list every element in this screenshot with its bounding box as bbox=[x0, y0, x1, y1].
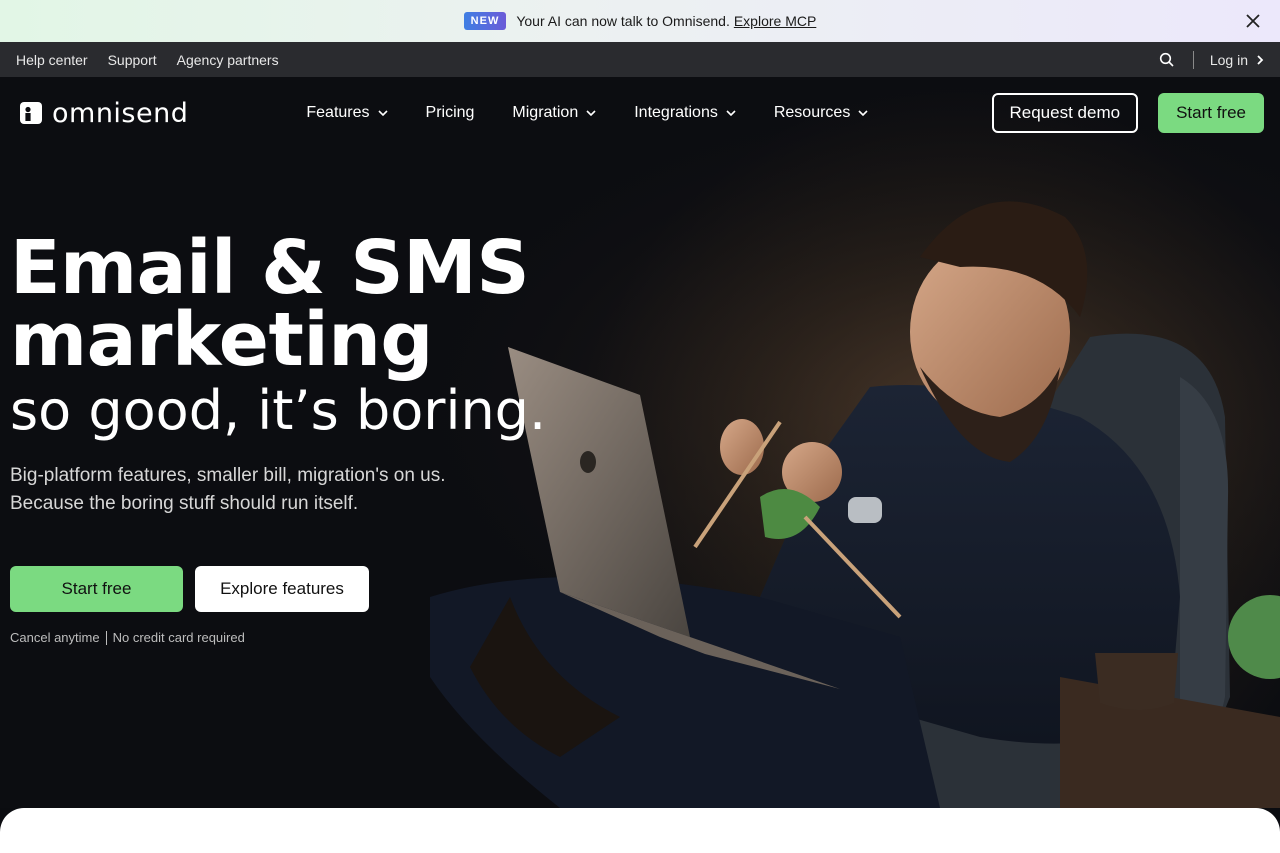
nav-item-pricing[interactable]: Pricing bbox=[426, 104, 475, 122]
hero-fine-print: Cancel anytime No credit card required bbox=[10, 630, 245, 645]
divider bbox=[1192, 50, 1194, 69]
start-free-button[interactable]: Start free bbox=[1158, 93, 1264, 133]
chevron-right-icon bbox=[1257, 54, 1264, 65]
chevron-down-icon bbox=[726, 110, 736, 116]
login-link[interactable]: Log in bbox=[1210, 52, 1264, 68]
chevron-down-icon bbox=[858, 110, 868, 116]
nav-item-resources[interactable]: Resources bbox=[774, 104, 868, 122]
divider bbox=[105, 630, 107, 645]
main-nav: omnisend Features Pricing Migration Inte… bbox=[0, 77, 1280, 149]
announcement-text: Your AI can now talk to Omnisend. bbox=[516, 13, 730, 29]
explore-mcp-link[interactable]: Explore MCP bbox=[734, 13, 816, 29]
request-demo-button[interactable]: Request demo bbox=[991, 93, 1139, 133]
chevron-down-icon bbox=[586, 110, 596, 116]
hero-photo-illustration bbox=[0, 77, 1280, 808]
explore-features-button[interactable]: Explore features bbox=[195, 566, 369, 612]
hero-subheadline: so good, it’s boring. bbox=[10, 379, 547, 442]
hero-cta-row: Start free Explore features bbox=[10, 566, 369, 612]
search-icon[interactable] bbox=[1159, 52, 1175, 68]
login-label: Log in bbox=[1209, 51, 1248, 68]
logo-text: omnisend bbox=[52, 97, 189, 129]
agency-partners-link[interactable]: Agency partners bbox=[177, 52, 279, 68]
hero-headline-line2: marketing bbox=[10, 297, 433, 383]
new-badge: NEW bbox=[463, 12, 507, 30]
nav-item-label: Resources bbox=[773, 104, 851, 121]
utility-bar: Help center Support Agency partners Log … bbox=[0, 42, 1280, 77]
nav-item-label: Features bbox=[306, 104, 370, 121]
nav-actions: Request demo Start free bbox=[991, 93, 1264, 133]
chevron-down-icon bbox=[377, 110, 388, 116]
hero-lead-line2: Because the boring stuff should run itse… bbox=[10, 493, 359, 514]
help-center-link[interactable]: Help center bbox=[16, 52, 88, 68]
nav-item-label: Pricing bbox=[425, 104, 475, 121]
hero-lead-line1: Big-platform features, smaller bill, mig… bbox=[10, 465, 446, 486]
hero-start-free-button[interactable]: Start free bbox=[10, 566, 183, 612]
nav-menu: Features Pricing Migration Integrations … bbox=[306, 104, 906, 122]
nav-item-integrations[interactable]: Integrations bbox=[634, 104, 736, 122]
nav-item-label: Integrations bbox=[634, 104, 718, 121]
next-section-panel bbox=[0, 808, 1280, 853]
logo-mark-icon bbox=[20, 102, 42, 124]
utility-actions: Log in bbox=[1159, 50, 1264, 69]
hero-lead: Big-platform features, smaller bill, mig… bbox=[10, 462, 480, 518]
close-icon[interactable] bbox=[1244, 12, 1262, 30]
nav-item-features[interactable]: Features bbox=[306, 104, 388, 122]
nav-item-migration[interactable]: Migration bbox=[512, 104, 596, 122]
hero-headline: Email & SMS marketing bbox=[10, 231, 530, 377]
fine-print-cancel: Cancel anytime bbox=[10, 630, 100, 645]
announcement-bar: NEW Your AI can now talk to Omnisend. Ex… bbox=[0, 0, 1280, 42]
omnisend-logo[interactable]: omnisend bbox=[20, 98, 188, 129]
fine-print-no-card: No credit card required bbox=[112, 630, 245, 645]
nav-item-label: Migration bbox=[512, 104, 579, 121]
support-link[interactable]: Support bbox=[108, 52, 157, 68]
hero-section bbox=[0, 77, 1280, 808]
